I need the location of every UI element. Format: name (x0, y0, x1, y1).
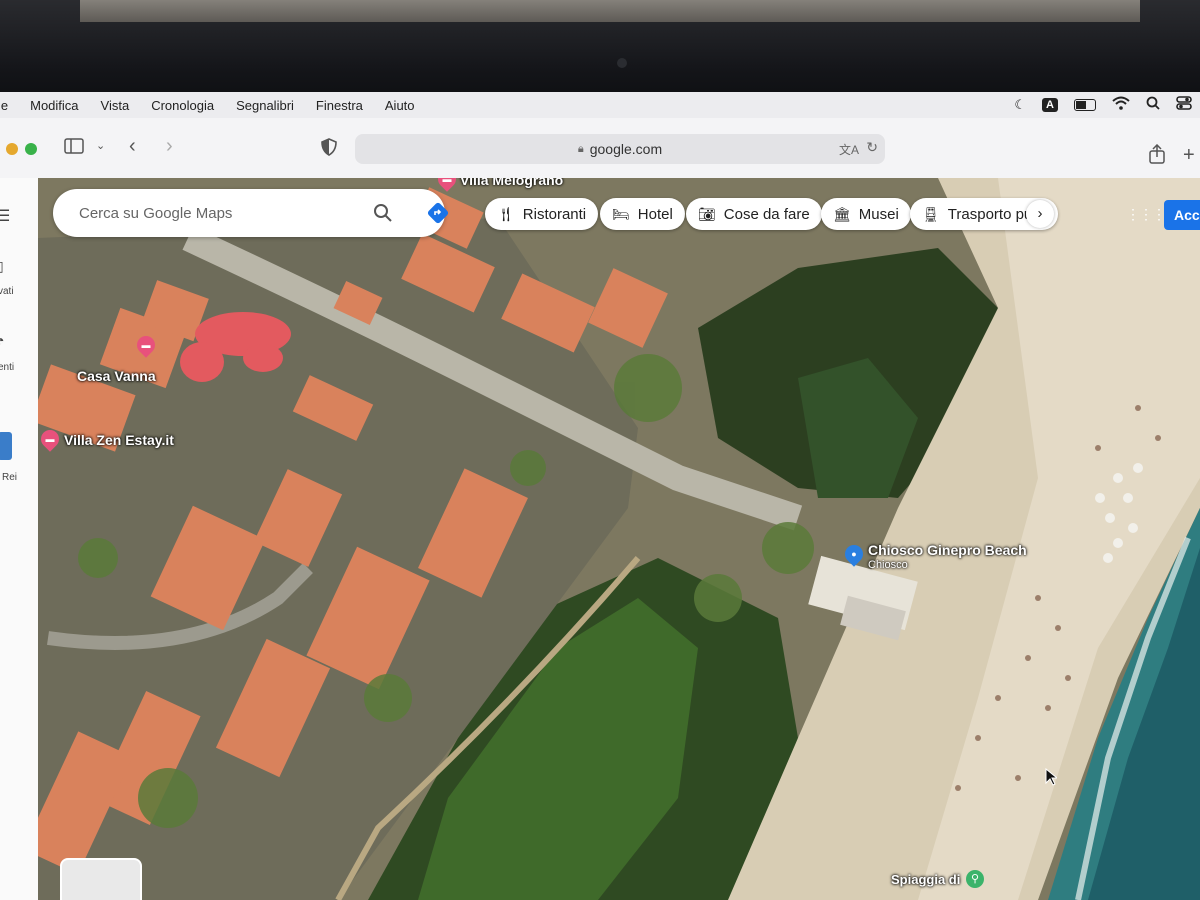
input-a-icon[interactable]: A (1042, 97, 1058, 112)
place-sublabel-chiosco: Chiosco (868, 559, 908, 571)
chip-label: Trasporto pul (947, 205, 1036, 223)
place-label-spiaggia[interactable]: Spiaggia di (891, 872, 960, 887)
menu-app[interactable]: le (0, 98, 8, 113)
battery-icon[interactable] (1074, 98, 1096, 111)
webcam (617, 58, 627, 68)
place-label-chiosco[interactable]: Chiosco Ginepro Beach (868, 542, 1027, 558)
chip-hotel[interactable]: 🛏︎ Hotel (600, 198, 685, 230)
monitor-bezel (0, 0, 1200, 100)
menu-finestra[interactable]: Finestra (316, 98, 363, 113)
shield-icon[interactable] (321, 138, 337, 161)
sidebar-item-label[interactable]: vati (0, 286, 14, 297)
beach-pin-icon[interactable]: ● (841, 541, 867, 567)
menu-modifica[interactable]: Modifica (30, 98, 78, 113)
sidebar-icon[interactable] (64, 138, 84, 159)
sidebar-item-label[interactable]: enti (0, 362, 14, 373)
history-icon[interactable]: ◔ (0, 332, 4, 348)
walking-pin-icon[interactable]: ⚲ (966, 870, 984, 888)
reload-icon[interactable]: ↻ (866, 139, 878, 156)
chip-label: Ristoranti (522, 205, 587, 223)
chip-musei[interactable]: 🏛︎ Musei (821, 198, 911, 230)
menu-bar: le Modifica Vista Cronologia Segnalibri … (0, 92, 1200, 118)
camera-icon: 📷︎ (698, 205, 716, 222)
window-zoom-button[interactable] (25, 143, 37, 155)
menu-aiuto[interactable]: Aiuto (385, 98, 415, 113)
chevron-down-icon[interactable]: ⌄ (96, 139, 105, 152)
mouse-cursor-icon (1045, 768, 1057, 786)
menu-vista[interactable]: Vista (101, 98, 130, 113)
bookmark-icon[interactable]: ▯ (0, 258, 4, 275)
train-icon: 🚆︎ (922, 205, 940, 222)
maps-search-box (53, 189, 449, 237)
url-text: google.com (589, 141, 663, 157)
moon-icon[interactable]: ☾ (1014, 97, 1026, 113)
status-area: ☾ A (1014, 96, 1192, 113)
browser-sidebar: ☰ ▯ vati ◔ enti Rei (0, 178, 39, 900)
menu-cronologia[interactable]: Cronologia (151, 98, 214, 113)
thumbnail-icon[interactable] (0, 432, 12, 460)
url-bar[interactable]: 🔒︎ google.com 文A ↻ (355, 134, 885, 164)
share-icon[interactable] (1149, 143, 1165, 169)
layers-thumbnail[interactable] (60, 858, 142, 900)
fork-knife-icon: 🍴︎ (497, 205, 515, 222)
place-label-villa-melograno[interactable]: Villa Melograno (460, 178, 563, 188)
satellite-map[interactable]: 🍴︎ Ristoranti 🛏︎ Hotel 📷︎ Cose da fare 🏛︎ Mu… (38, 178, 1200, 900)
menu-icon[interactable]: ☰ (0, 206, 10, 226)
menu-segnalibri[interactable]: Segnalibri (236, 98, 294, 113)
forward-icon[interactable]: › (166, 135, 173, 158)
hotel-pin-icon[interactable]: ▬ (133, 332, 159, 358)
museum-icon: 🏛︎ (833, 205, 851, 222)
chevron-right-icon[interactable]: › (1026, 200, 1054, 228)
window-minimize-button[interactable] (6, 143, 18, 155)
chip-label: Hotel (637, 205, 673, 223)
search-icon[interactable] (1146, 96, 1160, 113)
back-icon[interactable]: ‹ (129, 135, 136, 158)
new-tab-icon[interactable]: + (1183, 144, 1195, 167)
signin-button[interactable]: Acc (1164, 200, 1200, 230)
chip-label: Cose da fare (723, 205, 810, 223)
chip-ristoranti[interactable]: 🍴︎ Ristoranti (485, 198, 599, 230)
satellite-imagery (38, 178, 1200, 900)
lock-icon: 🔒︎ (577, 142, 584, 155)
place-label-casa-vanna[interactable]: Casa Vanna (77, 368, 156, 384)
background-room (80, 0, 1140, 22)
chip-cose-da-fare[interactable]: 📷︎ Cose da fare (686, 198, 822, 230)
apps-grid-icon[interactable]: ⋮⋮⋮ (1126, 206, 1166, 223)
maps-search-input[interactable] (77, 203, 351, 223)
wifi-icon[interactable] (1112, 96, 1130, 113)
sidebar-item-label[interactable]: Rei (2, 472, 17, 483)
screen: le Modifica Vista Cronologia Segnalibri … (0, 92, 1200, 900)
translate-icon[interactable]: 文A (839, 141, 859, 158)
control-center-icon[interactable] (1176, 96, 1192, 113)
chip-label: Musei (858, 205, 899, 223)
place-label-villa-zen[interactable]: Villa Zen Estay.it (64, 432, 174, 448)
chip-trasporto[interactable]: 🚆︎ Trasporto pul › (910, 198, 1058, 230)
bed-icon: 🛏︎ (612, 205, 630, 222)
